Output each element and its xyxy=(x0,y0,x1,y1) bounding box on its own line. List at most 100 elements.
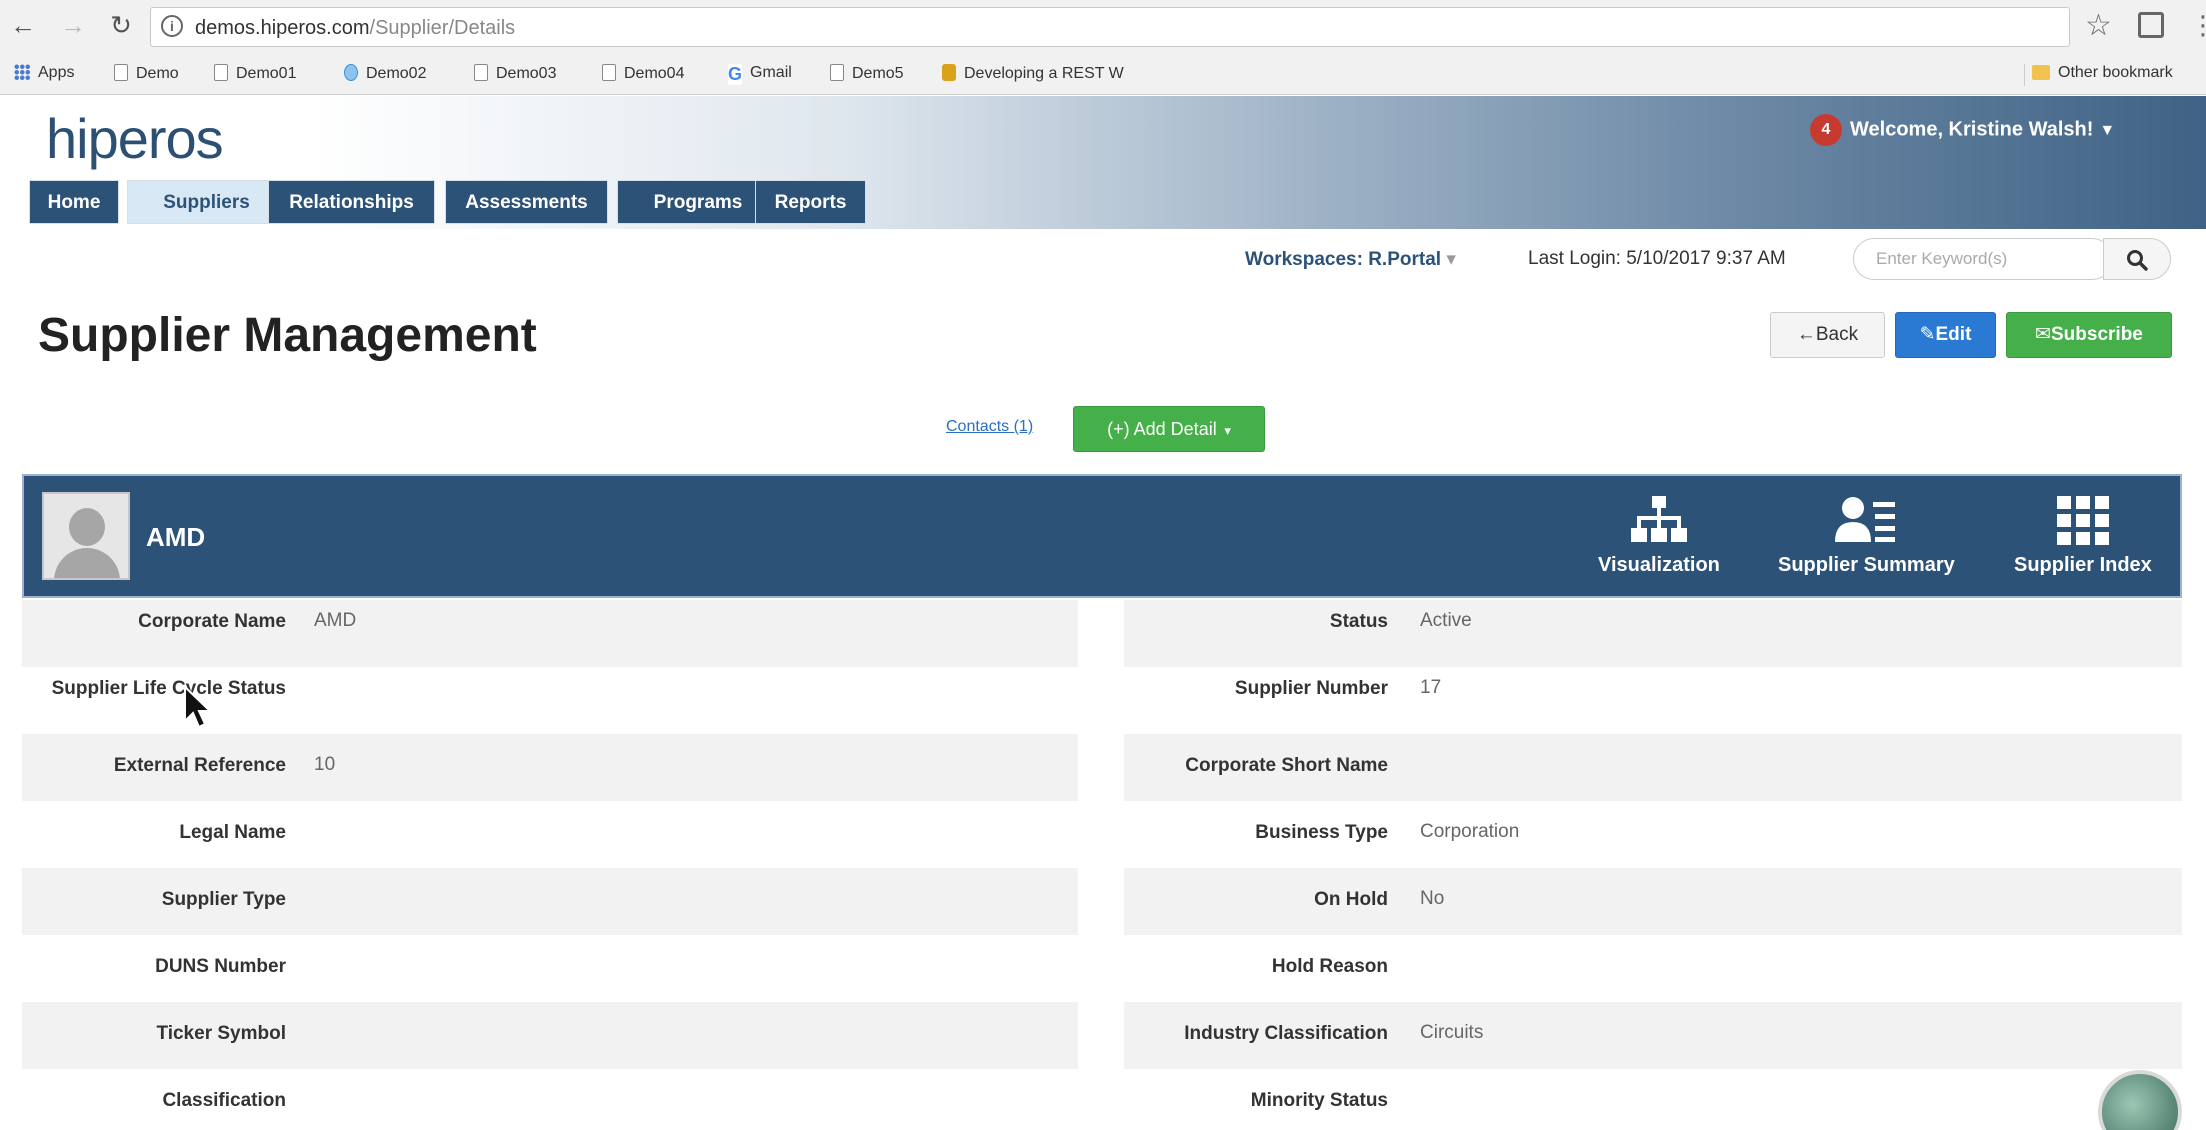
field-label: Legal Name xyxy=(179,822,286,843)
field-label: Supplier Type xyxy=(161,889,286,910)
field-value: Active xyxy=(1420,610,1472,631)
search-icon xyxy=(2127,250,2148,271)
bookmark-demo[interactable]: Demo xyxy=(114,64,179,83)
hiperos-logo[interactable]: hiperos xyxy=(46,106,224,171)
google-icon: G xyxy=(728,64,743,85)
field-value: AMD xyxy=(314,610,357,631)
bookmark-other[interactable]: Other bookmark xyxy=(2032,64,2173,82)
bookmark-label: Demo5 xyxy=(852,65,904,82)
detail-row: Status Active xyxy=(1124,600,2182,667)
field-value: Circuits xyxy=(1420,1022,1484,1043)
detail-row: Business Type Corporation xyxy=(1124,801,2182,868)
url-text: demos.hiperos.com/Supplier/Details xyxy=(195,17,515,40)
bookmark-demo03[interactable]: Demo03 xyxy=(474,64,556,83)
detail-row: Industry Classification Circuits xyxy=(1124,1002,2182,1069)
detail-row: On Hold No xyxy=(1124,868,2182,935)
page-icon xyxy=(602,64,616,81)
app-header: hiperos 4 Welcome, Kristine Walsh! ▼ Home … xyxy=(0,96,2206,229)
back-button[interactable]: ←Back xyxy=(1770,312,1885,358)
browser-menu-icon[interactable]: ⋮ xyxy=(2190,10,2206,41)
field-value: No xyxy=(1420,888,1445,909)
detail-row: Corporate Short Name xyxy=(1124,734,2182,801)
supplier-index-button[interactable]: Supplier Index xyxy=(2014,494,2152,577)
user-menu[interactable]: 4 Welcome, Kristine Walsh! ▼ xyxy=(1810,114,2115,146)
bookmark-label: Demo04 xyxy=(624,65,685,82)
bookmark-label: Demo xyxy=(136,65,179,82)
bookmark-label: Apps xyxy=(38,64,75,81)
reload-icon[interactable]: ↻ xyxy=(106,10,136,40)
workspaces-dropdown[interactable]: Workspaces: R.Portal ▾ xyxy=(1245,248,1456,271)
tab-suppliers[interactable]: Suppliers xyxy=(127,180,286,224)
chevron-down-icon: ▾ xyxy=(1446,249,1456,270)
last-login: Last Login: 5/10/2017 9:37 AM xyxy=(1528,248,1786,269)
notification-badge[interactable]: 4 xyxy=(1810,114,1842,146)
field-label: Business Type xyxy=(1255,822,1388,843)
supplier-header-bar: AMD Visualization Supplier Summary Suppl… xyxy=(22,474,2182,598)
tab-reports[interactable]: Reports xyxy=(755,180,866,224)
page-title: Supplier Management xyxy=(38,309,537,362)
field-label: Hold Reason xyxy=(1271,956,1388,977)
page-icon xyxy=(830,64,844,81)
address-bar[interactable]: i demos.hiperos.com/Supplier/Details xyxy=(150,7,2070,47)
detail-row: Supplier Type xyxy=(22,868,1078,935)
bookmark-gmail[interactable]: G Gmail xyxy=(728,64,792,85)
visualization-button[interactable]: Visualization xyxy=(1598,494,1720,577)
field-label: On Hold xyxy=(1314,889,1388,910)
chevron-down-icon: ▼ xyxy=(2099,122,2116,140)
bookmark-label: Demo03 xyxy=(496,65,557,82)
url-path: /Supplier/Details xyxy=(369,17,516,39)
field-label: Corporate Short Name xyxy=(1185,755,1388,776)
back-arrow-icon[interactable]: ← xyxy=(8,10,38,40)
bookmark-star-icon[interactable]: ☆ xyxy=(2085,8,2112,43)
search-input[interactable] xyxy=(1854,239,2106,279)
bookmark-demo5[interactable]: Demo5 xyxy=(830,64,904,83)
field-label: Ticker Symbol xyxy=(156,1023,286,1044)
detail-row: Ticker Symbol xyxy=(22,1002,1078,1069)
bookmark-apps[interactable]: Apps xyxy=(14,64,74,82)
url-host: demos.hiperos.com xyxy=(195,17,370,39)
subscribe-button[interactable]: ✉Subscribe xyxy=(2006,312,2172,358)
field-label: Status xyxy=(1329,611,1388,632)
detail-row: DUNS Number xyxy=(22,935,1078,1002)
search-button[interactable] xyxy=(2103,238,2171,280)
bookmark-demo01[interactable]: Demo01 xyxy=(214,64,296,83)
page-icon xyxy=(214,64,228,81)
avatar-body xyxy=(54,548,120,578)
field-label: Classification xyxy=(162,1090,286,1111)
detail-row: Supplier Life Cycle Status xyxy=(22,667,1078,734)
add-detail-button[interactable]: (+) Add Detail ▾ xyxy=(1073,406,1265,452)
avatar xyxy=(42,492,130,580)
bookmark-demo02[interactable]: Demo02 xyxy=(344,64,426,83)
mouse-cursor-icon xyxy=(184,685,213,729)
tab-relationships[interactable]: Relationships xyxy=(268,180,435,224)
browser-chrome: ← → ↻ i demos.hiperos.com/Supplier/Detai… xyxy=(0,0,2206,95)
bookmark-demo04[interactable]: Demo04 xyxy=(602,64,684,83)
bookmark-label: Demo01 xyxy=(236,65,297,82)
grid-icon xyxy=(2056,496,2109,545)
tab-home[interactable]: Home xyxy=(29,180,119,224)
bookmark-label: Demo02 xyxy=(366,65,427,82)
bookmarks-bar: Apps Demo Demo01 Demo02 Demo03 Demo04 GG… xyxy=(0,56,2206,92)
forward-arrow-icon[interactable]: → xyxy=(58,10,88,40)
contacts-link[interactable]: Contacts (1) xyxy=(946,418,1033,436)
bookmark-separator xyxy=(2024,64,2025,86)
supplier-name: AMD xyxy=(146,522,206,552)
extension-icon[interactable] xyxy=(2138,12,2164,38)
medal-icon xyxy=(942,64,956,81)
edit-button[interactable]: ✎Edit xyxy=(1895,312,1996,358)
bookmark-label: Gmail xyxy=(750,64,792,81)
bookmark-label: Other bookmark xyxy=(2058,64,2173,81)
tab-assessments[interactable]: Assessments xyxy=(445,180,608,224)
info-icon[interactable]: i xyxy=(161,15,183,37)
supplier-index-label: Supplier Index xyxy=(2014,554,2152,576)
apps-grid-icon xyxy=(14,64,30,80)
page-icon xyxy=(114,64,128,81)
field-label: Industry Classification xyxy=(1184,1023,1388,1044)
detail-row: Minority Status xyxy=(1124,1069,2182,1130)
user-list-icon xyxy=(1835,497,1896,542)
supplier-summary-button[interactable]: Supplier Summary xyxy=(1778,494,1955,577)
address-row: ← → ↻ i demos.hiperos.com/Supplier/Detai… xyxy=(0,0,2206,54)
field-value: 17 xyxy=(1420,677,1442,698)
bookmark-rest[interactable]: Developing a REST W xyxy=(942,64,1124,83)
field-value: Corporation xyxy=(1420,821,1520,842)
